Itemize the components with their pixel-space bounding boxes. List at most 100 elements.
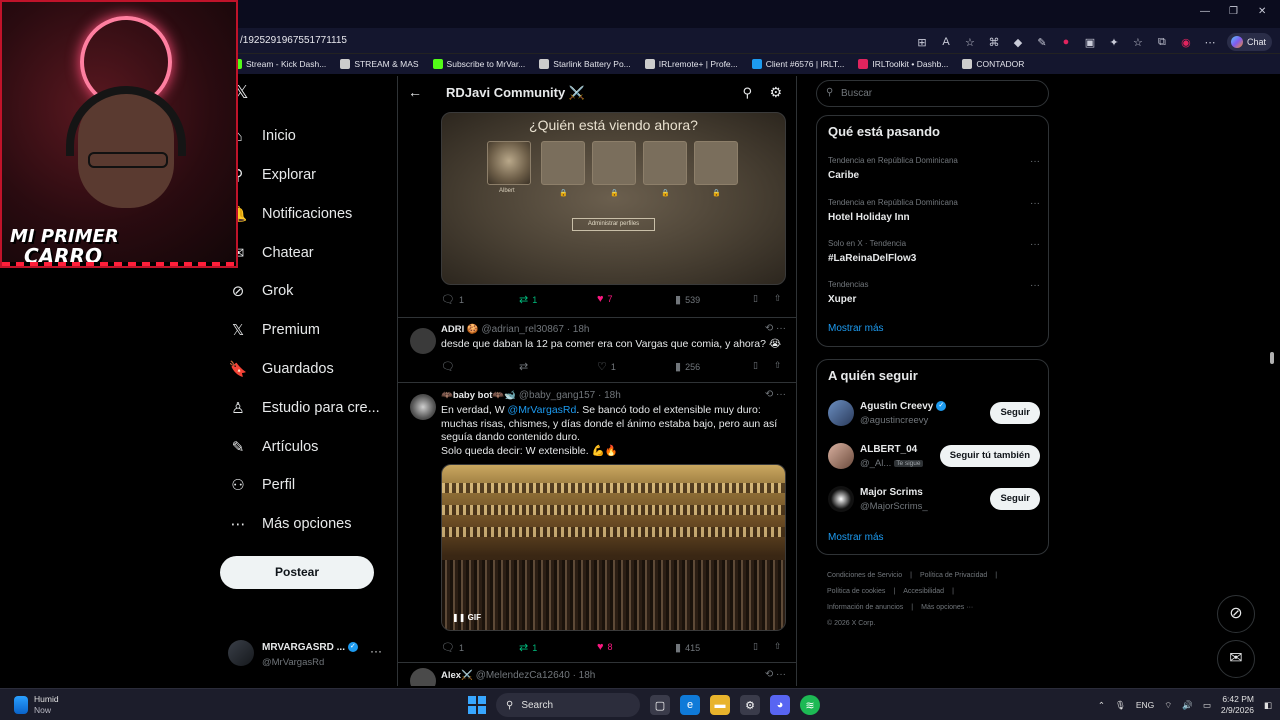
language-indicator[interactable]: ENG — [1136, 700, 1154, 710]
share-icon[interactable]: ⇧ — [774, 641, 782, 652]
task-view-icon[interactable]: ▢ — [650, 695, 670, 715]
chevron-up-icon[interactable]: ⌃ — [1098, 700, 1105, 711]
more-dots-icon[interactable]: ··· — [370, 644, 382, 658]
search-input[interactable]: ⚲ Buscar — [816, 80, 1049, 107]
clock[interactable]: 6:42 PM 2/9/2026 — [1221, 694, 1254, 716]
follow-suggestion[interactable]: Major Scrims @MajorScrims_ Seguir — [828, 484, 1040, 518]
copilot-chat-button[interactable]: Chat — [1226, 33, 1272, 51]
browser-menu-icon[interactable]: ⋯ — [1203, 35, 1217, 49]
grok-floating-button[interactable]: ⊘ — [1217, 595, 1255, 633]
trend-item[interactable]: Solo en X · Tendencia #LaReinaDelFlow3 ··· — [828, 239, 1040, 264]
trend-item[interactable]: Tendencias Xuper ··· — [828, 280, 1040, 305]
bookmark-icon[interactable]: ▯ — [753, 641, 758, 652]
bookmark-item[interactable]: Subscribe to MrVar... — [432, 59, 525, 69]
nav-item-inicio[interactable]: ⌂ Inicio — [228, 121, 295, 151]
read-aloud-icon[interactable]: A — [939, 35, 953, 49]
more-dots-icon[interactable]: ··· — [1030, 198, 1040, 209]
bookmark-item[interactable]: STREAM & MAS — [340, 59, 419, 69]
like-button[interactable]: ♥ 7 — [597, 293, 613, 305]
post-button[interactable]: Postear — [220, 556, 374, 589]
footer-link[interactable]: Más opciones ··· — [921, 604, 973, 611]
spotify-icon[interactable]: ≋ — [800, 695, 820, 715]
extension-4-icon[interactable]: ● — [1059, 35, 1073, 49]
nav-item-explorar[interactable]: ⚲ Explorar — [228, 160, 317, 190]
follow-suggestion[interactable]: Agustin Creevy ✓ @agustincreevy Seguir — [828, 398, 1040, 432]
profile-avatar-icon[interactable]: ◉ — [1179, 35, 1193, 49]
app-available-icon[interactable]: ⊞ — [915, 35, 929, 49]
footer-link[interactable]: Condiciones de Servicio — [827, 572, 902, 579]
footer-link[interactable]: Información de anuncios — [827, 604, 903, 611]
bookmark-item[interactable]: Stream - Kick Dash... — [232, 59, 326, 69]
close-icon[interactable]: ✕ — [1258, 6, 1266, 17]
avatar[interactable] — [828, 443, 854, 469]
account-switcher[interactable]: MRVARGASRD ... ✓ @MrVargasRd ··· — [228, 636, 398, 672]
wifi-icon[interactable]: ⌔ — [1164, 700, 1172, 711]
show-more-follow-link[interactable]: Mostrar más — [828, 532, 884, 543]
microphone-icon[interactable]: 🎙 — [1115, 700, 1126, 711]
bookmark-item[interactable]: Starlink Battery Po... — [539, 59, 631, 69]
avatar[interactable] — [828, 400, 854, 426]
discord-icon[interactable]: ◕ — [770, 695, 790, 715]
mention-link[interactable]: @MrVargasRd — [508, 404, 577, 416]
share-icon[interactable]: ⇧ — [774, 360, 782, 371]
follow-button[interactable]: Seguir — [990, 488, 1040, 510]
trend-item[interactable]: Tendencia en República Dominicana Caribe ·… — [828, 156, 1040, 181]
footer-link[interactable]: Política de Privacidad — [920, 572, 987, 579]
bookmark-item[interactable]: IRLToolkit • Dashb... — [858, 59, 948, 69]
favorite-star-icon[interactable]: ☆ — [963, 35, 977, 49]
share-icon[interactable]: ⇧ — [774, 293, 782, 304]
favorites-icon[interactable]: ☆ — [1131, 35, 1145, 49]
minimize-icon[interactable]: — — [1200, 6, 1210, 17]
file-explorer-icon[interactable]: ▬ — [710, 695, 730, 715]
nav-item-chatear[interactable]: ✉Chatear — [228, 238, 314, 268]
repost-button[interactable]: ⇄ 1 — [519, 641, 537, 654]
volume-icon[interactable]: 🔊 — [1182, 700, 1193, 711]
bookmark-icon[interactable]: ▯ — [753, 360, 758, 371]
reply-button[interactable]: 🗨 1 — [441, 293, 464, 306]
extension-2-icon[interactable]: ◆ — [1011, 35, 1025, 49]
nav-item-perfil[interactable]: ⚇ Perfil — [228, 470, 295, 500]
tweet-more-icon[interactable]: ⟲ ··· — [765, 669, 786, 680]
windows-start-icon[interactable] — [468, 696, 486, 714]
collections-icon[interactable]: ⧉ — [1155, 35, 1169, 49]
nav-item-estudio-para-cre[interactable]: ♙ Estudio para cre... — [228, 393, 379, 423]
battery-icon[interactable]: ▭ — [1203, 700, 1211, 711]
bookmark-item[interactable]: Client #6576 | IRLT... — [751, 59, 844, 69]
follow-button[interactable]: Seguir — [990, 402, 1040, 424]
more-dots-icon[interactable]: ··· — [1030, 156, 1040, 167]
maximize-icon[interactable]: ❐ — [1229, 6, 1238, 17]
follow-button[interactable]: Seguir tú también — [939, 445, 1040, 467]
search-icon[interactable]: ⚲ — [742, 85, 752, 101]
views-button[interactable]: ▮ 256 — [675, 360, 700, 373]
avatar[interactable] — [828, 486, 854, 512]
views-button[interactable]: ▮ 539 — [675, 293, 700, 306]
footer-link[interactable]: Accesibilidad — [903, 588, 944, 595]
footer-link[interactable]: Política de cookies — [827, 588, 885, 595]
page-scrollbar[interactable] — [1268, 78, 1276, 682]
tweet-more-icon[interactable]: ⟲ ··· — [765, 323, 786, 334]
nav-item-premium[interactable]: 𝕏 Premium — [228, 315, 320, 345]
nav-item-artículos[interactable]: ✎ Artículos — [228, 432, 319, 462]
reply-button[interactable]: 🗨 — [441, 360, 459, 373]
back-arrow-icon[interactable]: ← — [408, 84, 422, 100]
nav-item-grok[interactable]: ⊘ Grok — [228, 276, 294, 306]
trend-item[interactable]: Tendencia en República Dominicana Hotel H… — [828, 198, 1040, 223]
avatar[interactable] — [410, 394, 436, 420]
more-dots-icon[interactable]: ··· — [1030, 280, 1040, 291]
repost-button[interactable]: ⇄ 1 — [519, 293, 537, 306]
views-button[interactable]: ▮ 415 — [675, 641, 700, 654]
avatar[interactable] — [410, 668, 436, 686]
repost-button[interactable]: ⇄ — [519, 360, 532, 373]
edge-browser-icon[interactable]: e — [680, 695, 700, 715]
nav-item-notificaciones[interactable]: 🔔 Notificaciones — [228, 199, 353, 229]
extension-3-icon[interactable]: ✎ — [1035, 35, 1049, 49]
messages-floating-button[interactable]: ✉ — [1217, 640, 1255, 678]
post-gif-theater[interactable]: ❚❚ GIF — [441, 464, 786, 631]
extension-5-icon[interactable]: ▣ — [1083, 35, 1097, 49]
nav-item-guardados[interactable]: 🔖 Guardados — [228, 354, 334, 384]
tweet[interactable]: Alex⚔️ @MelendezCa12640 · 18h ⟲ ··· — [398, 666, 796, 686]
reply-button[interactable]: 🗨 1 — [441, 641, 464, 654]
scrollbar-thumb[interactable] — [1270, 352, 1274, 364]
bookmark-icon[interactable]: ▯ — [753, 293, 758, 304]
url-input[interactable]: /1925291967551771115 — [236, 32, 946, 52]
